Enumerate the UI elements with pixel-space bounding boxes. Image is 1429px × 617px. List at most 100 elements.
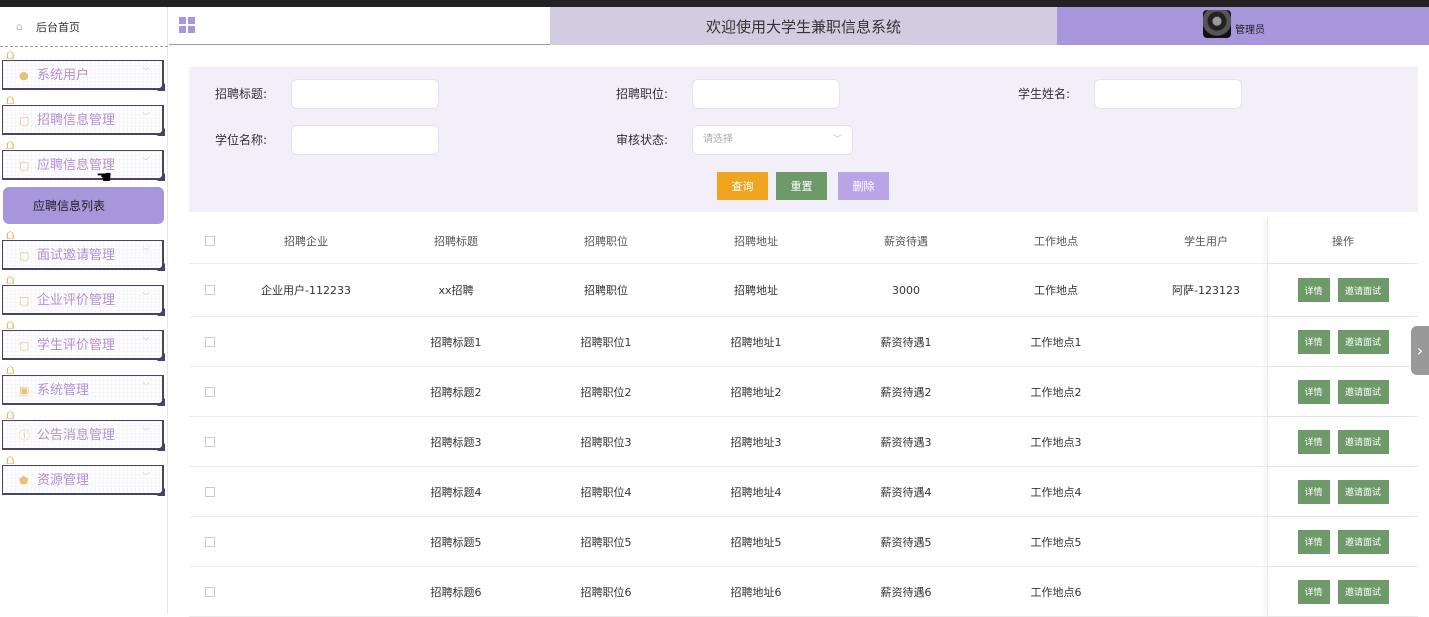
detail-button[interactable]: 详情 (1297, 379, 1330, 404)
sidebar-subitem-application-list[interactable]: 应聘信息列表 (3, 187, 164, 224)
cell-address: 招聘地址2 (730, 385, 782, 399)
sidebar-home-link[interactable]: ⌂ 后台首页 (0, 7, 168, 47)
row-checkbox[interactable] (205, 386, 215, 397)
table-row: 招聘标题2 招聘职位2 招聘地址2 薪资待遇2 工作地点2 详情 邀请面试 (189, 367, 1418, 417)
binder-clip-icon: ⩍ (6, 363, 15, 378)
recruit-position-input[interactable] (692, 79, 840, 109)
chevron-down-icon: ﹀ (142, 157, 150, 166)
page-title: 欢迎使用大学生兼职信息系统 (705, 17, 901, 36)
sidebar-item-label: 企业评价管理 (37, 293, 116, 308)
avatar[interactable] (1203, 10, 1231, 38)
cell-salary: 薪资待遇5 (880, 535, 932, 549)
sidebar-item-company-review[interactable]: ▢ 企业评价管理 ﹀ ⩍ (0, 273, 167, 316)
row-checkbox[interactable] (205, 486, 215, 497)
cell-company (231, 517, 381, 566)
menu-card: ▢ 学生评价管理 ﹀ (2, 330, 165, 361)
row-operations: 详情 邀请面试 (1267, 567, 1418, 616)
cell-title: 招聘标题5 (430, 535, 482, 549)
invite-interview-button[interactable]: 邀请面试 (1337, 429, 1389, 454)
cell-position: 招聘职位2 (580, 385, 632, 399)
row-checkbox[interactable] (205, 336, 215, 347)
chevron-down-icon: ﹀ (142, 292, 150, 301)
row-checkbox[interactable] (205, 285, 215, 295)
detail-button[interactable]: 详情 (1297, 329, 1330, 354)
detail-button[interactable]: 详情 (1297, 429, 1330, 454)
menu-card: ▢ 企业评价管理 ﹀ (2, 285, 165, 316)
invite-interview-button[interactable]: 邀请面试 (1337, 278, 1389, 302)
cell-salary: 3000 (892, 283, 920, 297)
info-icon: ⓘ (19, 429, 30, 442)
folded-corner-icon (157, 398, 165, 406)
doc-icon: ▢ (19, 249, 30, 262)
degree-name-input[interactable] (291, 125, 439, 155)
cell-salary: 薪资待遇3 (880, 435, 932, 449)
sidebar-item-interview-invite[interactable]: ▢ 面试邀请管理 ﹀ ⩍ (0, 228, 167, 271)
row-checkbox[interactable] (205, 436, 215, 447)
delete-button[interactable]: 删除 (838, 172, 889, 200)
menu-card: ⓘ 公告消息管理 ﹀ (2, 420, 165, 451)
invite-interview-button[interactable]: 邀请面试 (1337, 579, 1389, 604)
sidebar-item-system-users[interactable]: ● 系统用户 ﹀ ⩍ (0, 48, 167, 91)
cell-address: 招聘地址5 (730, 535, 782, 549)
menu-card: ▣ 系统管理 ﹀ (2, 375, 165, 406)
detail-button[interactable]: 详情 (1297, 529, 1330, 554)
chevron-down-icon: ﹀ (142, 67, 150, 76)
chevron-right-icon[interactable]: › (1411, 326, 1429, 375)
cell-address: 招聘地址1 (730, 335, 782, 349)
chevron-down-icon: ﹀ (142, 337, 150, 346)
cell-student (1131, 517, 1281, 566)
cell-student (1131, 317, 1281, 366)
chevron-down-icon: ﹀ (832, 135, 842, 145)
chevron-down-icon: ﹀ (142, 112, 150, 121)
top-header: 欢迎使用大学生兼职信息系统 管理员 (169, 7, 1429, 45)
cell-title: 招聘标题4 (430, 485, 482, 499)
cell-company (231, 417, 381, 466)
user-area[interactable]: 管理员 (1057, 7, 1429, 45)
image-icon: ▣ (19, 384, 30, 397)
sidebar-item-system-manage[interactable]: ▣ 系统管理 ﹀ ⩍ (0, 363, 167, 406)
row-select-cell (189, 567, 231, 616)
invite-interview-button[interactable]: 邀请面试 (1337, 479, 1389, 504)
row-select-cell (189, 417, 231, 466)
row-select-cell (189, 367, 231, 416)
menu-card: ⬟ 资源管理 ﹀ (2, 465, 165, 496)
query-button[interactable]: 查询 (717, 172, 768, 200)
invite-interview-button[interactable]: 邀请面试 (1337, 529, 1389, 554)
sidebar-item-recruit-info[interactable]: ▢ 招聘信息管理 ﹀ ⩍ (0, 93, 167, 136)
sidebar-item-student-review[interactable]: ▢ 学生评价管理 ﹀ ⩍ (0, 318, 167, 361)
row-select-cell (189, 317, 231, 366)
invite-interview-button[interactable]: 邀请面试 (1337, 329, 1389, 354)
sidebar-item-resource[interactable]: ⬟ 资源管理 ﹀ ⩍ (0, 453, 167, 496)
chevron-down-icon: ﹀ (142, 472, 150, 481)
row-operations: 详情 邀请面试 (1267, 367, 1418, 416)
mouse-cursor-icon: ☚ (96, 167, 113, 188)
recruit-title-input[interactable] (291, 79, 439, 109)
reset-button[interactable]: 重置 (776, 172, 827, 200)
window-top-bar (0, 0, 1429, 7)
student-name-input[interactable] (1094, 79, 1242, 109)
sidebar-item-notice[interactable]: ⓘ 公告消息管理 ﹀ ⩍ (0, 408, 167, 451)
chevron-down-icon: ﹀ (142, 247, 150, 256)
detail-button[interactable]: 详情 (1297, 579, 1330, 604)
folded-corner-icon (157, 83, 165, 91)
cell-position: 招聘职位3 (580, 435, 632, 449)
sidebar-subitem-label: 应聘信息列表 (33, 199, 106, 213)
sidebar-home-label: 后台首页 (36, 20, 80, 34)
sidebar-item-application-info[interactable]: ▢ 应聘信息管理 ﹀ ⩍ (0, 138, 167, 181)
recruit-title-label: 招聘标题: (215, 87, 268, 101)
invite-interview-button[interactable]: 邀请面试 (1337, 379, 1389, 404)
review-status-select[interactable]: 请选择 ﹀ (692, 125, 853, 155)
detail-button[interactable]: 详情 (1297, 278, 1330, 302)
menu-grid-icon[interactable] (179, 17, 195, 33)
student-name-label: 学生姓名: (1018, 87, 1071, 101)
binder-clip-icon: ⩍ (6, 408, 15, 423)
doc-icon: ▢ (19, 114, 30, 127)
row-checkbox[interactable] (205, 586, 215, 597)
row-checkbox[interactable] (205, 536, 215, 547)
home-icon: ⌂ (16, 19, 23, 33)
select-all-checkbox[interactable] (205, 235, 215, 246)
detail-button[interactable]: 详情 (1297, 479, 1330, 504)
cell-workplace: 工作地点3 (1030, 435, 1082, 449)
sidebar-item-label: 面试邀请管理 (37, 248, 116, 263)
table-header-row: 招聘企业 招聘标题 招聘职位 招聘地址 薪资待遇 工作地点 学生用户 操作 (189, 218, 1418, 264)
